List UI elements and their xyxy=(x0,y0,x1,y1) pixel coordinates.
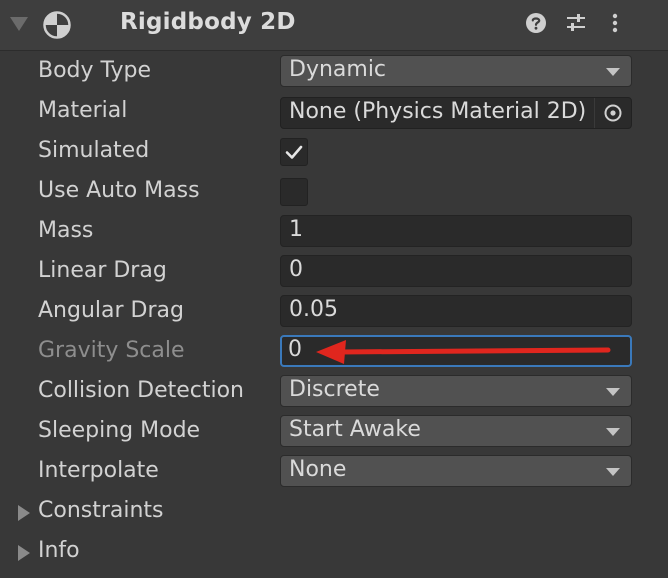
dropdown-arrow-icon xyxy=(606,68,620,76)
body-type-label: Body Type xyxy=(38,58,152,83)
angular-drag-label[interactable]: Angular Drag xyxy=(38,298,184,323)
row-linear-drag: Linear Drag 0 xyxy=(0,252,668,292)
linear-drag-field[interactable]: 0 xyxy=(280,255,632,287)
angular-drag-value: 0.05 xyxy=(289,297,338,322)
checkmark-icon xyxy=(285,145,303,159)
constraints-label[interactable]: Constraints xyxy=(38,498,164,523)
interpolate-label: Interpolate xyxy=(38,458,159,483)
sleeping-mode-value: Start Awake xyxy=(289,417,421,442)
foldout-collapsed-icon[interactable] xyxy=(18,545,30,561)
body-type-dropdown[interactable]: Dynamic xyxy=(280,55,632,87)
mass-value: 1 xyxy=(289,217,303,242)
collision-detection-dropdown[interactable]: Discrete xyxy=(280,375,632,407)
object-picker-icon[interactable] xyxy=(594,98,631,128)
constraints-foldout[interactable]: Constraints xyxy=(0,492,668,532)
collision-detection-label: Collision Detection xyxy=(38,378,245,403)
linear-drag-value: 0 xyxy=(289,257,303,282)
dropdown-arrow-icon xyxy=(606,428,620,436)
material-object-field[interactable]: None (Physics Material 2D) xyxy=(280,97,632,129)
row-mass: Mass 1 xyxy=(0,212,668,252)
use-auto-mass-checkbox[interactable] xyxy=(280,178,308,206)
interpolate-value: None xyxy=(289,457,347,482)
use-auto-mass-label: Use Auto Mass xyxy=(38,178,200,203)
dropdown-arrow-icon xyxy=(606,388,620,396)
sleeping-mode-label: Sleeping Mode xyxy=(38,418,201,443)
row-collision-detection: Collision Detection Discrete xyxy=(0,372,668,412)
row-body-type: Body Type Dynamic xyxy=(0,52,668,92)
mass-field[interactable]: 1 xyxy=(280,215,632,247)
material-label: Material xyxy=(38,98,128,123)
angular-drag-field[interactable]: 0.05 xyxy=(280,295,632,327)
row-use-auto-mass: Use Auto Mass xyxy=(0,172,668,212)
body-type-value: Dynamic xyxy=(289,57,387,82)
foldout-expanded-icon[interactable] xyxy=(10,17,28,31)
simulated-checkbox[interactable] xyxy=(280,138,308,166)
foldout-collapsed-icon[interactable] xyxy=(18,505,30,521)
simulated-label: Simulated xyxy=(38,138,150,163)
row-material: Material None (Physics Material 2D) xyxy=(0,92,668,132)
interpolate-dropdown[interactable]: None xyxy=(280,455,632,487)
row-simulated: Simulated xyxy=(0,132,668,172)
collision-detection-value: Discrete xyxy=(289,377,380,402)
info-label[interactable]: Info xyxy=(38,538,80,563)
presets-sliders-icon[interactable] xyxy=(565,12,587,38)
mass-label[interactable]: Mass xyxy=(38,218,93,243)
gravity-scale-label[interactable]: Gravity Scale xyxy=(38,338,185,363)
row-sleeping-mode: Sleeping Mode Start Awake xyxy=(0,412,668,452)
component-title: Rigidbody 2D xyxy=(120,9,296,35)
gravity-scale-value: 0 xyxy=(288,337,302,362)
sleeping-mode-dropdown[interactable]: Start Awake xyxy=(280,415,632,447)
annotation-arrow-icon xyxy=(316,338,612,372)
linear-drag-label[interactable]: Linear Drag xyxy=(38,258,167,283)
component-header[interactable]: Rigidbody 2D xyxy=(0,0,668,51)
material-value: None (Physics Material 2D) xyxy=(289,99,587,124)
inspector-panel: Rigidbody 2D Body Type Dynamic Material … xyxy=(0,0,668,578)
row-angular-drag: Angular Drag 0.05 xyxy=(0,292,668,332)
dropdown-arrow-icon xyxy=(606,468,620,476)
row-interpolate: Interpolate None xyxy=(0,452,668,492)
rigidbody2d-icon xyxy=(42,10,72,44)
kebab-menu-icon[interactable] xyxy=(605,12,625,38)
help-icon[interactable] xyxy=(525,12,547,38)
info-foldout[interactable]: Info xyxy=(0,532,668,572)
